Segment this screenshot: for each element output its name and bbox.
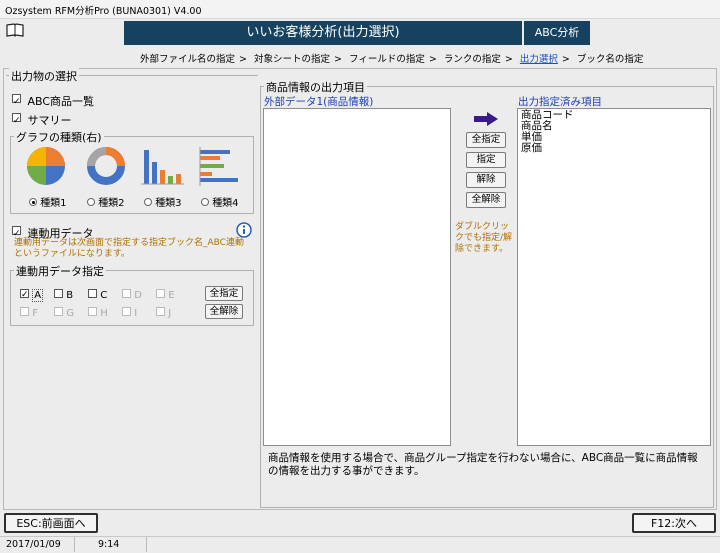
page-title: いいお客様分析(出力選択) — [124, 21, 522, 45]
breadcrumb-step-book[interactable]: ブック名の指定 — [577, 54, 644, 65]
graph-type-radio-2[interactable]: 種類2 — [87, 194, 125, 209]
remove-all-button[interactable]: 全解除 — [466, 192, 506, 208]
link-col-B[interactable]: B — [54, 289, 73, 301]
source-listbox[interactable] — [263, 108, 451, 446]
graph-type-label-3: 種類3 — [155, 198, 182, 209]
link-col-H: H — [88, 307, 108, 319]
col-check-icon[interactable] — [54, 289, 63, 298]
graph-type-label-2: 種類2 — [98, 198, 125, 209]
graph-type-radio-4[interactable]: 種類4 — [201, 194, 239, 209]
status-bar: 2017/01/09 9:14 — [0, 536, 720, 553]
summary-label: サマリー — [27, 114, 72, 127]
breadcrumb: 外部ファイル名の指定 > 対象シートの指定 > フィールドの指定 > ランクの指定 > … — [140, 54, 644, 65]
status-divider — [146, 537, 147, 552]
link-select-all-button[interactable]: 全指定 — [205, 286, 243, 301]
horizontal-bar-thumbnail[interactable] — [196, 146, 242, 191]
abc-list-label: ABC商品一覧 — [27, 95, 95, 108]
source-list-label: 外部データ1(商品情報) — [264, 96, 374, 108]
link-col-label-E: E — [168, 290, 175, 301]
radio-off-icon[interactable] — [201, 198, 209, 206]
col-check-icon[interactable] — [20, 289, 29, 298]
product-output-legend: 商品情報の出力項目 — [264, 79, 367, 95]
graph-type-label-4: 種類4 — [212, 198, 239, 209]
link-col-D: D — [122, 289, 142, 301]
breadcrumb-step-rank[interactable]: ランクの指定 — [444, 54, 501, 65]
link-col-label-C: C — [100, 290, 108, 301]
col-check-icon — [122, 289, 131, 298]
status-divider — [74, 537, 75, 552]
target-list-items: 商品コード 商品名 単価 原価 — [518, 109, 710, 155]
book-icon — [6, 23, 24, 40]
col-check-icon — [88, 307, 97, 316]
back-button[interactable]: ESC:前画面へ — [4, 513, 98, 533]
list-item[interactable]: 原価 — [521, 143, 707, 154]
link-data-note: 連動用データは次画面で指定する指定ブック名_ABC連動というファイルになります。 — [14, 238, 244, 259]
output-selection-legend: 出力物の選択 — [9, 68, 79, 84]
remove-button[interactable]: 解除 — [466, 172, 506, 188]
product-output-description: 商品情報を使用する場合で、商品グループ指定を行わない場合に、ABC商品一覧に商品… — [268, 452, 698, 477]
list-item[interactable]: 商品名 — [521, 121, 707, 132]
graph-type-radio-1[interactable]: 種類1 — [29, 194, 67, 209]
link-col-label-F: F — [32, 308, 38, 319]
window-titlebar: Ozsystem RFM分析Pro (BUNA0301) V4.00 — [0, 0, 720, 19]
link-col-I: I — [122, 307, 137, 319]
select-button[interactable]: 指定 — [466, 152, 506, 168]
arrow-right-icon — [474, 112, 498, 129]
link-spec-legend: 連動用データ指定 — [14, 263, 106, 279]
radio-off-icon[interactable] — [87, 198, 95, 206]
link-col-A[interactable]: A — [20, 289, 44, 302]
col-check-icon — [20, 307, 29, 316]
breadcrumb-step-output[interactable]: 出力選択 — [520, 54, 558, 65]
link-col-C[interactable]: C — [88, 289, 107, 301]
link-col-label-D: D — [134, 290, 142, 301]
graph-type-label-1: 種類1 — [40, 198, 67, 209]
link-col-G: G — [54, 307, 74, 319]
double-click-hint: ダブルクリックでも指定/解除できます。 — [455, 222, 513, 254]
select-all-button[interactable]: 全指定 — [466, 132, 506, 148]
graph-type-radio-3[interactable]: 種類3 — [144, 194, 182, 209]
link-clear-all-button[interactable]: 全解除 — [205, 304, 243, 319]
link-col-label-H: H — [100, 308, 108, 319]
breadcrumb-step-sheet[interactable]: 対象シートの指定 — [254, 54, 330, 65]
status-date: 2017/01/09 — [6, 539, 61, 550]
abc-list-check-icon[interactable] — [12, 94, 21, 103]
col-check-icon[interactable] — [88, 289, 97, 298]
link-col-label-B: B — [66, 290, 74, 301]
link-col-label-A: A — [32, 289, 44, 302]
radio-off-icon[interactable] — [144, 198, 152, 206]
radio-on-icon[interactable] — [29, 198, 37, 206]
summary-check-icon[interactable] — [12, 113, 21, 122]
next-button[interactable]: F12:次へ — [632, 513, 716, 533]
donut-chart-thumbnail[interactable] — [82, 146, 130, 189]
summary-checkbox[interactable]: サマリー — [12, 112, 72, 128]
link-col-F: F — [20, 307, 38, 319]
pie-chart-thumbnail[interactable] — [26, 146, 66, 189]
status-time: 9:14 — [98, 539, 120, 550]
link-col-label-I: I — [134, 308, 138, 319]
col-check-icon — [156, 289, 165, 298]
breadcrumb-step-file[interactable]: 外部ファイル名の指定 — [140, 54, 235, 65]
link-col-label-G: G — [66, 308, 74, 319]
graph-type-legend: グラフの種類(右) — [14, 129, 104, 145]
mode-badge: ABC分析 — [524, 21, 590, 45]
bar-chart-thumbnail[interactable] — [140, 146, 184, 191]
link-col-label-J: J — [168, 308, 172, 319]
abc-list-checkbox[interactable]: ABC商品一覧 — [12, 93, 94, 109]
breadcrumb-step-field[interactable]: フィールドの指定 — [349, 54, 425, 65]
link-col-J: J — [156, 307, 171, 319]
list-item[interactable]: 単価 — [521, 132, 707, 143]
link-data-check-icon[interactable] — [12, 226, 21, 235]
target-listbox[interactable]: 商品コード 商品名 単価 原価 — [517, 108, 711, 446]
col-check-icon — [122, 307, 131, 316]
link-col-E: E — [156, 289, 175, 301]
target-list-label: 出力指定済み項目 — [518, 96, 602, 108]
col-check-icon — [54, 307, 63, 316]
col-check-icon — [156, 307, 165, 316]
window-title: Ozsystem RFM分析Pro (BUNA0301) V4.00 — [5, 6, 202, 17]
